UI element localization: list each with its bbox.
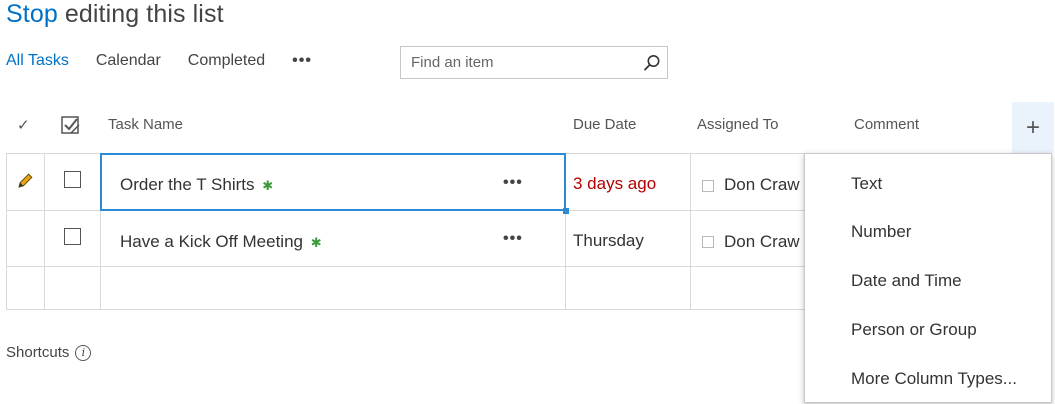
column-type-menu: Text Number Date and Time Person or Grou… [804, 153, 1052, 403]
add-column-button[interactable]: + [1012, 102, 1054, 153]
row-checkbox[interactable] [64, 228, 81, 245]
search-box [400, 46, 668, 79]
page-title-text: editing this list [57, 0, 224, 28]
view-tabs: All Tasks Calendar Completed ••• [6, 52, 312, 70]
shortcuts-label: Shortcuts [6, 344, 70, 361]
fill-handle[interactable] [563, 208, 569, 214]
plus-icon: + [1025, 113, 1040, 141]
grid-line [44, 153, 45, 309]
pencil-icon [16, 172, 34, 195]
menu-item-number[interactable]: Number [851, 222, 911, 242]
grid-line [6, 266, 804, 267]
menu-item-more-column-types[interactable]: More Column Types... [851, 369, 1017, 389]
column-header-comment[interactable]: Comment [854, 116, 919, 133]
task-name: Have a Kick Off Meeting [120, 232, 303, 251]
item-actions-button[interactable]: ••• [503, 174, 523, 192]
due-date: Thursday [573, 231, 644, 250]
menu-item-date-and-time[interactable]: Date and Time [851, 271, 962, 291]
select-all-check-icon[interactable]: ✓ [17, 116, 30, 134]
new-item-icon: ✱ [310, 235, 322, 250]
shortcuts[interactable]: Shortcuts i [6, 344, 92, 361]
grid-line [690, 153, 691, 309]
column-header-task-name[interactable]: Task Name [108, 116, 183, 133]
tab-completed[interactable]: Completed [188, 52, 265, 70]
menu-item-person-or-group[interactable]: Person or Group [851, 320, 977, 340]
select-all-checkbox[interactable] [61, 115, 81, 140]
item-actions-button[interactable]: ••• [503, 230, 523, 248]
assigned-to-link[interactable]: Don Craw [724, 232, 800, 252]
assigned-to-link[interactable]: Don Craw [724, 175, 800, 195]
more-views-button[interactable]: ••• [292, 52, 312, 70]
table-row-task[interactable]: Order the T Shirts ✱ [120, 175, 273, 195]
row-checkbox[interactable] [64, 171, 81, 188]
grid-line [6, 309, 804, 310]
task-name: Order the T Shirts [120, 175, 255, 194]
search-input[interactable] [401, 47, 637, 78]
column-header-due-date[interactable]: Due Date [573, 116, 636, 133]
table-row-task[interactable]: Have a Kick Off Meeting ✱ [120, 232, 322, 252]
presence-indicator [702, 236, 714, 248]
presence-indicator [702, 180, 714, 192]
tab-calendar[interactable]: Calendar [96, 52, 161, 70]
tab-all-tasks[interactable]: All Tasks [6, 52, 69, 70]
new-item-icon: ✱ [262, 178, 274, 193]
column-header-assigned-to[interactable]: Assigned To [697, 116, 778, 133]
search-icon[interactable] [637, 47, 667, 78]
info-icon[interactable]: i [75, 344, 92, 361]
stop-editing-link[interactable]: Stop [6, 0, 58, 28]
grid-line [6, 153, 7, 309]
page-title: Stop editing this list [6, 0, 224, 29]
menu-item-text[interactable]: Text [851, 174, 882, 194]
due-date: 3 days ago [573, 174, 657, 193]
